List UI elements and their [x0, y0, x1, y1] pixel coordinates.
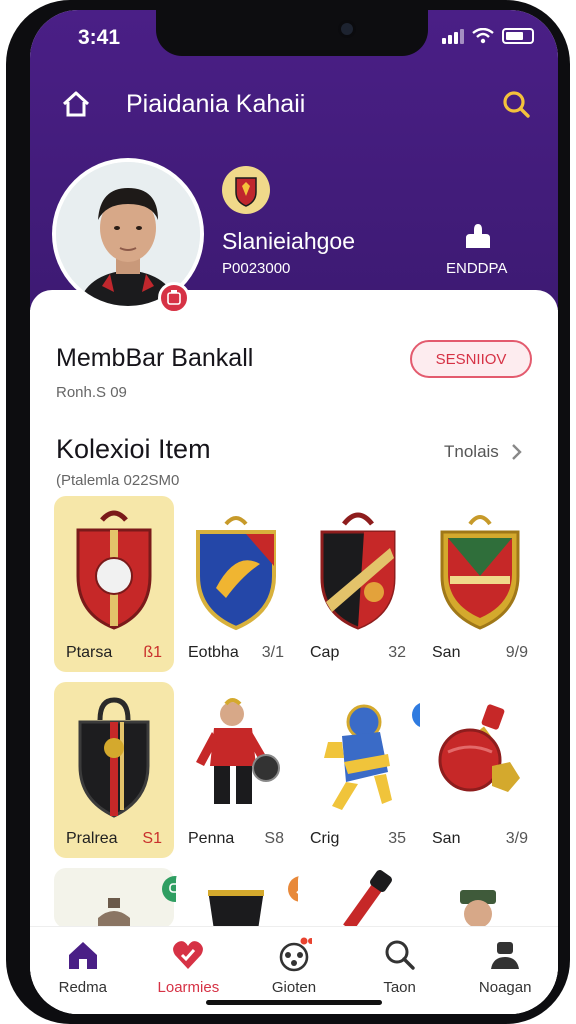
collection-card[interactable]: Ptarsa ß1	[54, 496, 174, 672]
magnifier-icon	[385, 940, 415, 970]
shield-black-icon	[320, 512, 396, 630]
member-title: MembBar Bankall	[56, 344, 254, 372]
user-icon	[491, 942, 520, 969]
item-name: Crig	[310, 830, 340, 847]
collection-card[interactable]: Penna S8	[176, 682, 296, 858]
ball-charm-icon	[438, 704, 520, 792]
torch-icon	[343, 870, 392, 928]
status-time: 3:41	[78, 26, 121, 49]
status-pill-button[interactable]: SESNIIOV	[410, 340, 532, 378]
item-name: Pralrea	[66, 830, 118, 847]
house-icon	[68, 942, 97, 969]
bottle-icon	[98, 898, 130, 928]
collection-card[interactable]: San 9/9	[420, 496, 540, 672]
boot-icon	[208, 890, 264, 928]
user-code: P0023000	[222, 260, 291, 277]
home-icon[interactable]	[60, 88, 92, 120]
shield-crest-icon	[440, 515, 520, 630]
avatar-edit-badge[interactable]	[158, 282, 190, 314]
collection-card[interactable]	[298, 868, 418, 928]
collection-card[interactable]: Pralrea S1	[54, 682, 174, 858]
search-icon[interactable]	[500, 88, 532, 120]
signal-icon	[442, 28, 464, 44]
item-count: S1	[142, 830, 162, 847]
item-name: San	[432, 644, 461, 661]
collection-card[interactable]	[420, 868, 540, 928]
camera-badge-icon	[167, 290, 181, 305]
battery-icon	[502, 28, 534, 44]
collection-title: Kolexioi Item	[56, 434, 211, 464]
tab-label: Loarmies	[157, 979, 220, 996]
heart-icon	[173, 941, 204, 969]
shield-red-icon	[76, 510, 152, 630]
chevron-right-icon	[511, 444, 522, 460]
club-badge-icon	[222, 166, 270, 214]
item-name: Ptarsa	[66, 644, 113, 661]
shield-blue-icon	[196, 516, 276, 631]
game-controller-icon	[279, 937, 312, 972]
app-screen: 3:41 Piaidania Kahaii Slanieiahgoe P0023…	[30, 10, 558, 1014]
player-figure-icon	[196, 698, 280, 804]
collection-card[interactable]: San 3/9	[420, 682, 540, 858]
collection-card[interactable]	[176, 868, 296, 928]
tab-label: Redma	[58, 979, 107, 996]
wifi-icon	[472, 28, 494, 44]
tab-label: Noagan	[478, 979, 532, 996]
item-count: 9/9	[505, 644, 528, 661]
item-count: 3/1	[261, 644, 284, 661]
item-count: 3/9	[505, 830, 528, 847]
notch	[156, 10, 428, 56]
item-count: 32	[388, 644, 406, 661]
collection-card[interactable]: Cap 32	[298, 496, 418, 672]
member-subtitle: Ronh.S 09	[56, 384, 127, 401]
item-name: Eotbha	[188, 644, 239, 661]
astronaut-figure-icon	[324, 704, 392, 810]
black-shield-icon	[78, 697, 150, 818]
tab-label: Gioten	[271, 979, 317, 996]
tab-profile[interactable]: Noagan	[452, 927, 558, 1014]
username: Slanieiahgoe	[222, 228, 356, 254]
phone-frame: 3:41 Piaidania Kahaii Slanieiahgoe P0023…	[6, 0, 570, 1024]
collection-card[interactable]: Crig 35	[298, 682, 418, 858]
collection-card[interactable]	[54, 868, 174, 928]
tab-label: Taon	[383, 979, 416, 996]
home-indicator	[206, 1000, 382, 1005]
item-name: San	[432, 830, 461, 847]
item-name: Cap	[310, 644, 340, 661]
item-count: ß1	[143, 644, 162, 661]
item-count: 35	[388, 830, 406, 847]
camera-icon	[338, 20, 356, 38]
collection-subtitle: (Ptalemla 022SM0	[56, 472, 180, 489]
tab-home[interactable]: Redma	[30, 927, 136, 1014]
item-name: Penna	[188, 830, 235, 847]
puzzle-icon[interactable]	[462, 220, 494, 252]
item-count: S8	[264, 830, 284, 847]
see-all-link[interactable]: Tnolais	[444, 442, 523, 462]
edit-profile-label[interactable]: ENDDPA	[446, 260, 507, 277]
status-icons	[442, 28, 534, 44]
app-title: Piaidania Kahaii	[126, 90, 306, 118]
collection-card[interactable]: Eotbha 3/1	[176, 496, 296, 672]
see-all-label: Tnolais	[444, 442, 499, 461]
soldier-figure-icon	[460, 890, 496, 928]
